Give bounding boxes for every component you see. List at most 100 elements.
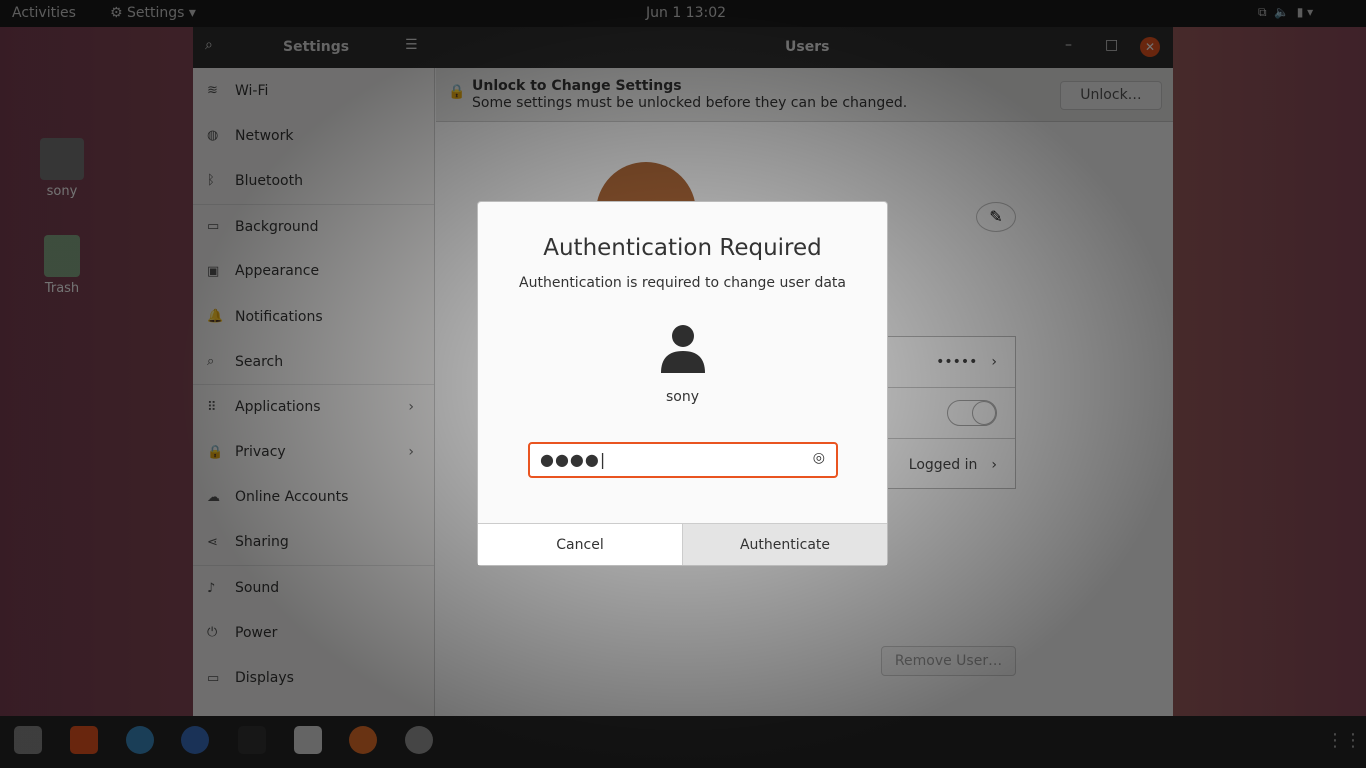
- trash-icon: [44, 235, 80, 277]
- sidebar-item-label: Sound: [235, 580, 280, 597]
- software-icon[interactable]: [70, 726, 98, 754]
- sidebar-item-label: Wi-Fi: [235, 82, 269, 99]
- chevron-right-icon: ›: [408, 399, 414, 416]
- sidebar-item-label: Displays: [235, 670, 294, 687]
- text-editor-icon[interactable]: [294, 726, 322, 754]
- user-icon: [660, 325, 705, 373]
- sidebar-item-notifications[interactable]: 🔔 Notifications: [193, 294, 434, 339]
- password-value: ●●●●: [540, 450, 600, 469]
- sidebar-item-power[interactable]: ⏻ Power: [193, 610, 434, 655]
- password-mask: •••••: [936, 354, 978, 370]
- power-icon: ⏻: [207, 625, 218, 641]
- auto-login-switch[interactable]: [947, 400, 997, 426]
- infobar-title: Unlock to Change Settings: [472, 78, 682, 94]
- sidebar-item-background[interactable]: ▭ Background: [193, 203, 434, 249]
- panel-title: Users: [785, 39, 830, 55]
- sidebar-item-wi-fi[interactable]: ≋ Wi-Fi: [193, 68, 434, 113]
- sidebar-item-label: Bluetooth: [235, 172, 303, 189]
- sidebar-item-label: Power: [235, 624, 278, 641]
- system-tray[interactable]: ⧉ 🔈 ▮ ▾: [1258, 5, 1313, 20]
- bluetooth-icon: ᛒ: [207, 173, 215, 189]
- activities-button[interactable]: Activities: [12, 5, 76, 21]
- home-folder-icon: [40, 138, 84, 180]
- infobar-subtitle: Some settings must be unlocked before th…: [472, 95, 908, 111]
- sidebar-item-label: Background: [235, 218, 319, 235]
- sidebar-item-label: Notifications: [235, 308, 323, 325]
- top-bar: Activities ⚙ Settings ▾ Jun 1 13:02 ⧉ 🔈 …: [0, 0, 1366, 27]
- terminal-icon[interactable]: [238, 726, 266, 754]
- reveal-password-icon[interactable]: ◎: [813, 450, 826, 466]
- cancel-button[interactable]: Cancel: [478, 524, 683, 565]
- app-menu-label: Settings: [127, 5, 185, 21]
- sidebar: ≋ Wi-Fi ◍ Network ᛒ Bluetooth ▭ Background ▣ Appe…: [193, 68, 435, 716]
- appearance-icon: ▣: [207, 263, 220, 279]
- cloud-icon: ☁: [207, 489, 220, 505]
- sidebar-item-search[interactable]: ⌕ Search: [193, 339, 434, 384]
- lock-icon: 🔒: [448, 84, 466, 100]
- sidebar-title: Settings: [283, 39, 350, 55]
- sidebar-item-label: Sharing: [235, 534, 289, 551]
- sidebar-item-applications[interactable]: ⠿ Applications ›: [193, 384, 434, 429]
- desktop-icon-trash[interactable]: Trash: [38, 235, 86, 296]
- authenticate-button[interactable]: Authenticate: [683, 524, 887, 565]
- sidebar-item-network[interactable]: ◍ Network: [193, 113, 434, 158]
- grid-icon: ⠿: [207, 399, 217, 415]
- sidebar-item-appearance[interactable]: ▣ Appearance: [193, 249, 434, 294]
- hamburger-menu-icon[interactable]: ☰: [405, 37, 418, 53]
- help-icon[interactable]: [126, 726, 154, 754]
- sidebar-item-label: Online Accounts: [235, 489, 349, 506]
- lock-icon: 🔒: [207, 444, 224, 460]
- chevron-right-icon: ›: [991, 456, 997, 473]
- chevron-right-icon: ›: [991, 354, 997, 370]
- wifi-icon: ≋: [207, 83, 218, 99]
- sidebar-item-privacy[interactable]: 🔒 Privacy ›: [193, 430, 434, 475]
- header-bar: ⌕ Settings ☰ Users – □ ✕: [193, 27, 1173, 68]
- sidebar-item-bluetooth[interactable]: ᛒ Bluetooth: [193, 158, 434, 203]
- sidebar-item-label: Appearance: [235, 263, 320, 280]
- dock: ⋮⋮⋮: [0, 716, 1366, 768]
- close-button[interactable]: ✕: [1140, 37, 1160, 57]
- desktop-icon-home[interactable]: sony: [38, 138, 86, 199]
- background-icon: ▭: [207, 219, 220, 235]
- bell-icon: 🔔: [207, 309, 224, 325]
- desktop-icon-label: Trash: [44, 281, 80, 296]
- sidebar-item-label: Network: [235, 127, 294, 144]
- dialog-username: sony: [665, 389, 700, 405]
- settings-icon[interactable]: [405, 726, 433, 754]
- clock[interactable]: Jun 1 13:02: [646, 5, 726, 21]
- show-apps-icon[interactable]: ⋮⋮⋮: [1326, 730, 1366, 751]
- password-input[interactable]: ●●●●| ◎: [528, 442, 838, 478]
- sidebar-item-label: Search: [235, 353, 284, 370]
- auth-dialog: Authentication Required Authentication i…: [477, 201, 888, 566]
- app-menu[interactable]: ⚙ Settings ▾: [110, 5, 196, 21]
- network-icon: ◍: [207, 128, 219, 144]
- dialog-message: Authentication is required to change use…: [519, 275, 846, 291]
- user-settings-list: ••••• › Logged in ›: [866, 336, 1016, 489]
- display-icon: ▭: [207, 670, 220, 686]
- unlock-infobar: 🔒 Unlock to Change Settings Some setting…: [436, 68, 1173, 122]
- password-row[interactable]: ••••• ›: [867, 337, 1015, 388]
- sidebar-item-displays[interactable]: ▭ Displays: [193, 655, 434, 700]
- share-icon: ⋖: [207, 534, 218, 550]
- sidebar-item-online-accounts[interactable]: ☁ Online Accounts: [193, 475, 434, 520]
- sidebar-item-sound[interactable]: ♪ Sound: [193, 565, 434, 610]
- minimize-button[interactable]: –: [1065, 37, 1072, 53]
- search-icon: ⌕: [207, 354, 215, 370]
- browser-icon[interactable]: [181, 726, 209, 754]
- chevron-right-icon: ›: [408, 444, 414, 461]
- search-icon[interactable]: ⌕: [205, 37, 213, 53]
- auto-login-row: [867, 388, 1015, 439]
- firefox-icon[interactable]: [349, 726, 377, 754]
- unlock-button[interactable]: Unlock…: [1060, 81, 1162, 110]
- last-login: Logged in: [908, 456, 978, 473]
- sidebar-item-label: Applications: [235, 399, 321, 416]
- remove-user-button[interactable]: Remove User…: [881, 646, 1016, 676]
- edit-name-icon[interactable]: ✎: [976, 202, 1016, 232]
- maximize-button[interactable]: □: [1105, 37, 1118, 53]
- music-icon: ♪: [207, 580, 216, 596]
- account-activity-row[interactable]: Logged in ›: [867, 439, 1015, 490]
- sidebar-item-sharing[interactable]: ⋖ Sharing: [193, 520, 434, 565]
- sidebar-item-label: Privacy: [235, 444, 286, 461]
- dialog-title: Authentication Required: [543, 235, 822, 261]
- files-icon[interactable]: [14, 726, 42, 754]
